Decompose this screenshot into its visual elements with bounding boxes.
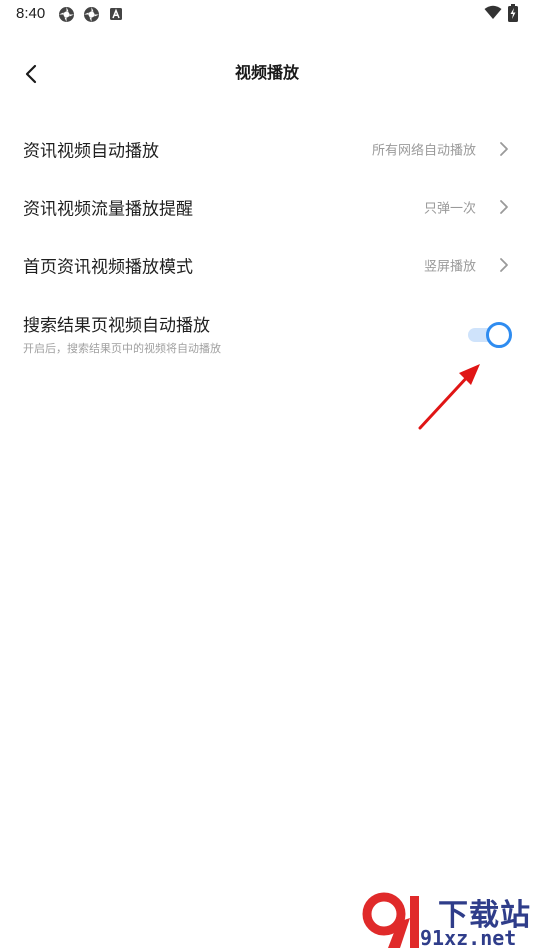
watermark: 下载站 91xz.net	[360, 890, 534, 950]
setting-row-play-mode[interactable]: 首页资讯视频播放模式 竖屏播放	[0, 237, 534, 293]
setting-value: 只弹一次	[423, 201, 476, 217]
battery-charging-icon	[508, 4, 518, 22]
chevron-left-icon	[25, 64, 37, 84]
a-badge-icon	[110, 8, 122, 20]
chevron-right-icon	[500, 200, 508, 214]
aperture-icon	[84, 7, 99, 22]
auto-play-toggle[interactable]	[466, 321, 512, 349]
setting-row-data-reminder[interactable]: 资讯视频流量播放提醒 只弹一次	[0, 179, 534, 235]
setting-value: 所有网络自动播放	[371, 143, 476, 159]
setting-row-search-auto-play: 搜索结果页视频自动播放 开启后，搜索结果页中的视频将自动播放	[0, 305, 534, 365]
chevron-right-icon	[500, 142, 508, 156]
setting-label: 资讯视频自动播放	[23, 141, 159, 162]
setting-label: 搜索结果页视频自动播放	[23, 316, 210, 336]
aperture-icon	[59, 7, 74, 22]
watermark-site: 91xz.net	[420, 926, 517, 950]
wifi-icon	[484, 5, 502, 19]
setting-label: 资讯视频流量播放提醒	[23, 199, 193, 220]
setting-row-auto-play[interactable]: 资讯视频自动播放 所有网络自动播放	[0, 121, 534, 177]
back-button[interactable]	[24, 60, 54, 88]
status-time: 8:40	[16, 5, 46, 22]
setting-description: 开启后，搜索结果页中的视频将自动播放	[23, 342, 221, 355]
status-bar: 8:40	[0, 0, 534, 28]
watermark-logo-icon	[362, 892, 419, 948]
annotation-arrow-icon	[418, 364, 480, 430]
setting-label: 首页资讯视频播放模式	[23, 257, 193, 278]
toggle-knob	[486, 322, 512, 348]
chevron-right-icon	[500, 258, 508, 272]
setting-value: 竖屏播放	[423, 259, 476, 275]
page-title: 视频播放	[234, 63, 299, 82]
